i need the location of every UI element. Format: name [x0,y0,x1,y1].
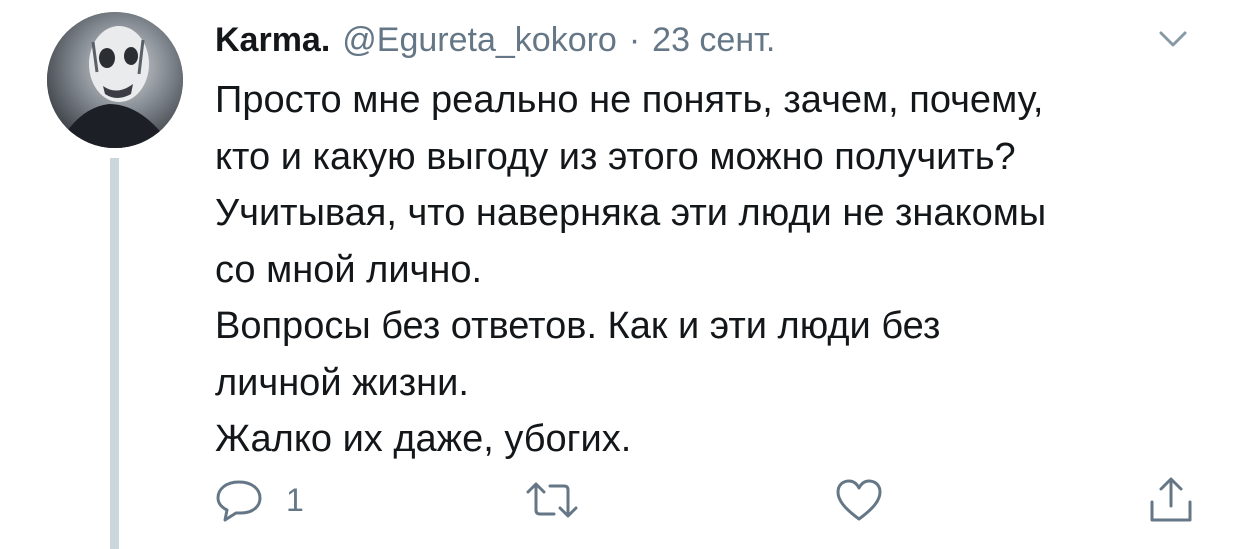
tweet-text-line: Учитывая, что наверняка эти люди не знак… [215,192,1047,234]
tweet[interactable]: Karma. @Egureta_kokoro · 23 сент. Просто… [0,0,1242,549]
like-button[interactable] [834,470,884,530]
tweet-header: Karma. @Egureta_kokoro · 23 сент. [215,14,775,66]
tweet-text-line: Вопросы без ответов. Как и эти люди без [215,305,941,347]
tweet-actions: 1 [0,470,1242,530]
speech-bubble-icon [216,480,262,522]
avatar-image [47,12,183,148]
separator-dot: · [628,21,641,59]
retweet-icon [526,482,578,518]
share-button[interactable] [1146,470,1196,530]
retweet-button[interactable] [524,470,580,530]
chevron-down-icon[interactable] [1155,24,1191,54]
reply-count: 1 [286,481,304,518]
tweet-text-line: со мной лично. [215,248,483,291]
tweet-date[interactable]: 23 сент. [652,14,775,66]
user-handle[interactable]: @Egureta_kokoro [342,14,617,66]
tweet-text-line: Просто мне реально не понять, зачем, поч… [215,79,1044,121]
tweet-text-line: личной жизни. [215,361,469,404]
tweet-text-line: кто и какую выгоду из этого можно получи… [215,135,1016,178]
display-name[interactable]: Karma. [215,14,330,66]
reply-button[interactable]: 1 [214,470,304,530]
tweet-text-line: Жалко их даже, убогих. [215,418,632,460]
heart-icon [836,479,882,521]
share-icon [1150,477,1192,522]
tweet-text: Просто мне реально не понять, зачем, поч… [215,72,1215,468]
avatar[interactable] [47,12,183,148]
